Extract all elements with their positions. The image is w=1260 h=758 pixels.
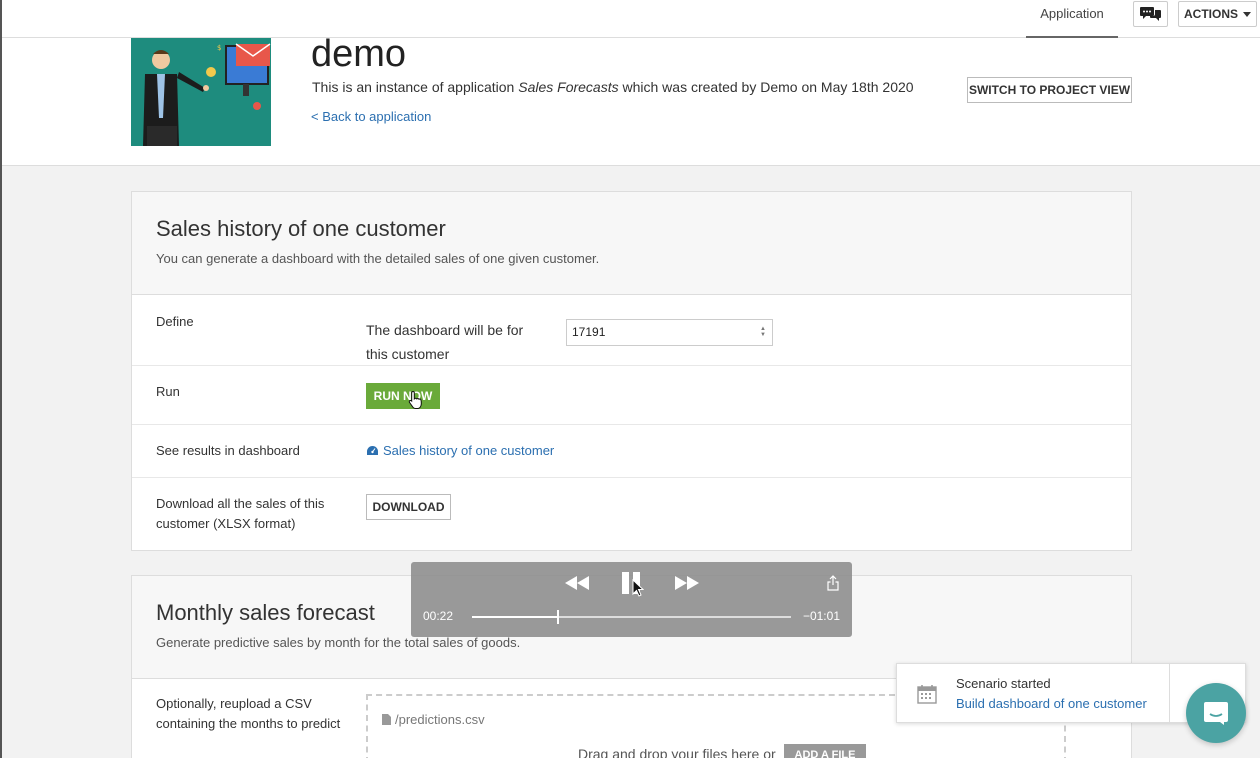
progress-thumb[interactable]	[557, 610, 560, 624]
define-text: The dashboard will be for this customer	[366, 322, 524, 362]
download-button[interactable]: DOWNLOAD	[366, 494, 451, 520]
app-description: This is an instance of application Sales…	[312, 79, 914, 95]
discussions-button[interactable]	[1133, 1, 1168, 27]
svg-text:$: $	[217, 44, 221, 52]
card-title: Monthly sales forecast	[156, 600, 375, 625]
define-row: Define The dashboard will be for this cu…	[132, 295, 1131, 366]
elapsed-time: 00:22	[423, 609, 454, 623]
app-instance-header: $ demo This is an instance of applicatio…	[2, 33, 1260, 166]
actions-label: ACTIONS	[1184, 7, 1238, 21]
tab-application[interactable]: Application	[1026, 0, 1118, 38]
toast-title: Scenario started	[956, 676, 1051, 691]
customer-value: 17191	[572, 325, 606, 339]
chat-icon	[1204, 702, 1228, 725]
chat-launcher-button[interactable]	[1186, 683, 1246, 743]
progress-fill	[472, 616, 559, 618]
file-icon	[382, 714, 391, 725]
share-icon	[827, 575, 839, 591]
arrow-cursor-icon	[632, 579, 644, 597]
define-label: Define	[156, 314, 194, 329]
remaining-time: −01:01	[802, 609, 840, 623]
drop-zone-text: Drag and drop your files here or	[578, 746, 776, 758]
app-illustration: $	[131, 38, 271, 146]
description-app-name: Sales Forecasts	[518, 79, 619, 95]
add-file-button[interactable]: ADD A FILE	[784, 744, 866, 758]
dashboard-gauge-icon	[367, 446, 378, 455]
file-name-text: /predictions.csv	[395, 712, 485, 727]
rewind-icon	[565, 576, 589, 590]
results-label: See results in dashboard	[156, 443, 300, 458]
toast-scenario-link[interactable]: Build dashboard of one customer	[956, 696, 1147, 711]
upload-label: Optionally, reupload a CSV containing th…	[156, 696, 341, 731]
run-row: Run RUN NOW	[132, 366, 1131, 425]
dashboard-link[interactable]: Sales history of one customer	[366, 443, 554, 458]
results-row: See results in dashboard Sales history o…	[132, 425, 1131, 478]
switch-to-project-view-button[interactable]: SWITCH TO PROJECT VIEW	[967, 77, 1132, 103]
card-subtitle: You can generate a dashboard with the de…	[156, 251, 600, 266]
calendar-icon	[917, 685, 937, 704]
toast-divider	[1169, 664, 1170, 722]
actions-dropdown-button[interactable]: ACTIONS	[1178, 1, 1257, 27]
run-label: Run	[156, 384, 180, 399]
download-label: Download all the sales of this customer …	[156, 496, 325, 531]
sales-history-card: Sales history of one customer You can ge…	[131, 191, 1132, 551]
description-suffix: which was created by Demo on May 18th 20…	[618, 79, 914, 95]
share-button[interactable]	[825, 574, 841, 592]
uploaded-file: /predictions.csv	[382, 712, 485, 727]
fast-forward-icon	[675, 576, 699, 590]
back-to-application-link[interactable]: < Back to application	[311, 109, 431, 124]
top-navbar: Application ACTIONS	[2, 0, 1260, 38]
spinner-arrows-icon[interactable]: ▲ ▼	[760, 326, 766, 338]
card-header: Sales history of one customer You can ge…	[132, 192, 1131, 295]
video-player-controls: 00:22 −01:01	[411, 562, 852, 637]
page-title: demo	[311, 33, 407, 75]
run-now-button[interactable]: RUN NOW	[366, 383, 440, 409]
progress-track[interactable]	[472, 610, 791, 624]
card-title: Sales history of one customer	[156, 216, 446, 241]
hand-cursor-icon	[408, 390, 422, 409]
chat-bubbles-icon	[1139, 7, 1161, 21]
caret-down-icon	[1243, 11, 1251, 17]
fast-forward-button[interactable]	[672, 572, 702, 594]
rewind-button[interactable]	[562, 572, 592, 594]
download-row: Download all the sales of this customer …	[132, 478, 1131, 550]
dashboard-link-text: Sales history of one customer	[383, 443, 555, 458]
customer-number-input[interactable]: 17191 ▲ ▼	[566, 319, 773, 346]
card-subtitle: Generate predictive sales by month for t…	[156, 635, 521, 650]
description-prefix: This is an instance of application	[312, 79, 519, 95]
